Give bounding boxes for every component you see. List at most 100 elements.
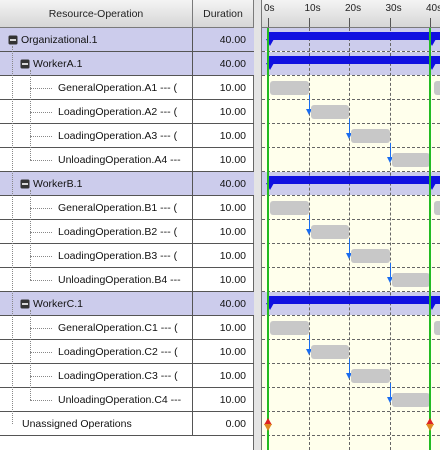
- tree-connector-vertical: [30, 310, 31, 400]
- duration-cell: 10.00: [219, 105, 246, 118]
- time-tick-label: 30s: [385, 3, 402, 14]
- time-tick-label: 0s: [264, 3, 275, 14]
- resource-name-cell: LoadingOperation.B3 --- (: [0, 244, 193, 267]
- row-gridline: [262, 435, 440, 436]
- resource-label: LoadingOperation.A2 --- (: [58, 105, 178, 118]
- tree-connector: [30, 280, 52, 281]
- row-gridline: [262, 219, 440, 220]
- row-gridline: [262, 123, 440, 124]
- row-gridline: [262, 363, 440, 364]
- task-bar[interactable]: [310, 105, 349, 119]
- resource-name-cell: GeneralOperation.A1 --- (: [0, 76, 193, 99]
- tree-connector: [30, 376, 52, 377]
- resource-name-cell: WorkerB.1: [0, 172, 193, 195]
- summary-bar[interactable]: [268, 56, 440, 64]
- row-gridline: [262, 243, 440, 244]
- resource-name-cell: UnloadingOperation.B4 ---: [0, 268, 193, 291]
- row-gridline: [262, 99, 440, 100]
- duration-cell: 10.00: [219, 129, 246, 142]
- table-row[interactable]: UnloadingOperation.A4 --- 10.00: [0, 148, 254, 172]
- collapse-toggle-icon[interactable]: [20, 179, 30, 189]
- duration-cell: 10.00: [219, 345, 246, 358]
- timeline-header: 0s 10s 20s 30s 40s: [262, 0, 440, 28]
- resource-label: LoadingOperation.A3 --- (: [58, 129, 178, 142]
- table-row[interactable]: LoadingOperation.C2 --- ( 10.00: [0, 340, 254, 364]
- task-bar[interactable]: [270, 81, 309, 95]
- group-row[interactable]: WorkerA.1 40.00: [0, 52, 254, 76]
- time-tick-label: 40s: [426, 3, 440, 14]
- tree-connector: [30, 352, 52, 353]
- tree-connector-vertical: [30, 70, 31, 160]
- summary-bar[interactable]: [268, 176, 440, 184]
- group-row[interactable]: WorkerB.1 40.00: [0, 172, 254, 196]
- task-bar[interactable]: [391, 153, 430, 167]
- summary-bar[interactable]: [268, 32, 440, 40]
- time-tick-mark: [389, 18, 391, 27]
- table-row[interactable]: LoadingOperation.A3 --- ( 10.00: [0, 124, 254, 148]
- duration-cell: 10.00: [219, 393, 246, 406]
- task-bar[interactable]: [270, 201, 309, 215]
- task-bar[interactable]: [351, 249, 390, 263]
- table-row[interactable]: GeneralOperation.B1 --- (10.00: [0, 196, 254, 220]
- row-gridline: [262, 195, 440, 196]
- task-bar[interactable]: [310, 225, 349, 239]
- task-bar[interactable]: [351, 129, 390, 143]
- task-bar[interactable]: [270, 321, 309, 335]
- duration-cell: 0.00: [225, 417, 246, 430]
- resource-name-cell: GeneralOperation.C1 --- (: [0, 316, 193, 339]
- table-row[interactable]: GeneralOperation.C1 --- (10.00: [0, 316, 254, 340]
- table-row[interactable]: LoadingOperation.C3 --- (10.00: [0, 364, 254, 388]
- resource-operation-header[interactable]: Resource-Operation: [0, 0, 193, 28]
- duration-cell: 10.00: [219, 81, 246, 94]
- resource-label: GeneralOperation.B1 --- (: [58, 201, 178, 214]
- row-gridline: [262, 411, 440, 412]
- table-row[interactable]: Unassigned Operations 0.00: [0, 412, 254, 436]
- table-row[interactable]: UnloadingOperation.B4 --- 10.00: [0, 268, 254, 292]
- resource-label: LoadingOperation.B2 --- (: [58, 225, 178, 238]
- time-boundary-line: [267, 28, 269, 450]
- task-bar-next-period: [434, 81, 440, 95]
- time-tick-mark: [308, 18, 310, 27]
- summary-bar[interactable]: [268, 296, 440, 304]
- tree-connector: [30, 328, 52, 329]
- duration-cell: 10.00: [219, 153, 246, 166]
- collapse-toggle-icon[interactable]: [20, 59, 30, 69]
- task-bar[interactable]: [310, 345, 349, 359]
- resource-label: GeneralOperation.A1 --- (: [58, 81, 178, 94]
- time-tick-label: 20s: [345, 3, 362, 14]
- table-row[interactable]: UnloadingOperation.C4 --- 10.00: [0, 388, 254, 412]
- boundary-marker-orange: [264, 424, 272, 431]
- group-row[interactable]: WorkerC.1 40.00: [0, 292, 254, 316]
- collapse-toggle-icon[interactable]: [8, 35, 18, 45]
- task-bar[interactable]: [391, 273, 430, 287]
- task-bar[interactable]: [391, 393, 430, 407]
- splitter-handle[interactable]: [254, 0, 262, 450]
- time-gridline: [308, 28, 310, 450]
- tree-connector: [30, 160, 52, 161]
- task-bar[interactable]: [351, 369, 390, 383]
- time-tick-mark: [268, 18, 269, 27]
- resource-name-cell: UnloadingOperation.C4 ---: [0, 388, 193, 411]
- task-bar-next-period: [434, 321, 440, 335]
- resource-label: Unassigned Operations: [22, 417, 132, 430]
- resource-name-cell: LoadingOperation.C2 --- (: [0, 340, 193, 363]
- duration-header[interactable]: Duration: [193, 0, 254, 28]
- time-boundary-line: [429, 28, 431, 450]
- row-gridline: [262, 267, 440, 268]
- group-row[interactable]: Organizational.1 40.00: [0, 28, 254, 52]
- table-row[interactable]: LoadingOperation.B3 --- ( 10.00: [0, 244, 254, 268]
- table-row[interactable]: LoadingOperation.B2 --- (10.00: [0, 220, 254, 244]
- table-row[interactable]: GeneralOperation.A1 --- ( 10.00: [0, 76, 254, 100]
- table-row[interactable]: LoadingOperation.A2 --- ( 10.00: [0, 100, 254, 124]
- tree-connector: [30, 136, 52, 137]
- tree-connector: [30, 112, 52, 113]
- collapse-toggle-icon[interactable]: [20, 299, 30, 309]
- resource-label: Organizational.1: [21, 33, 98, 46]
- time-tick-mark: [430, 18, 431, 27]
- resource-name-cell: Organizational.1: [0, 28, 193, 51]
- duration-cell: 10.00: [219, 273, 246, 286]
- resource-name-cell: WorkerC.1: [0, 292, 193, 315]
- resource-name-cell: LoadingOperation.A3 --- (: [0, 124, 193, 147]
- row-gridline: [262, 315, 440, 316]
- duration-cell: 10.00: [219, 249, 246, 262]
